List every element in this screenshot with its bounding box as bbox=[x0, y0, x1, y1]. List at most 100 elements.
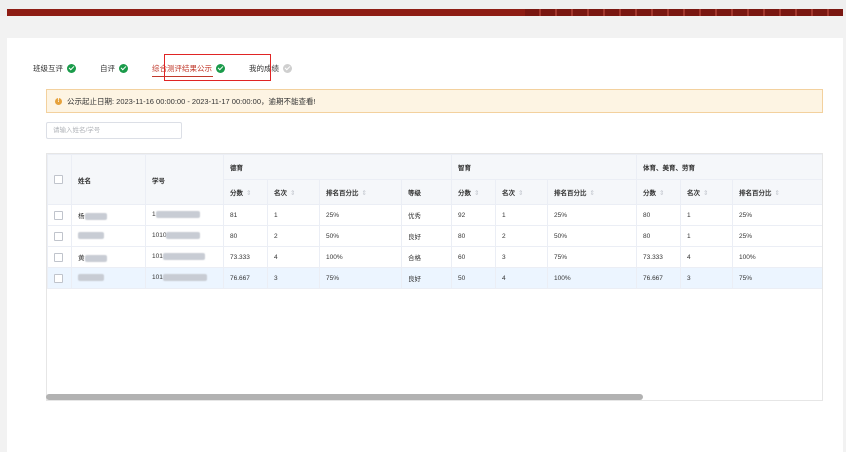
sort-icon: ⇕ bbox=[518, 190, 524, 197]
moral-rank-cell: 1 bbox=[267, 204, 320, 226]
physical-score-cell: 80 bbox=[636, 225, 682, 247]
brand-stripe bbox=[525, 9, 843, 16]
row-select-cell bbox=[47, 267, 72, 289]
column-header-student-id: 学号 bbox=[145, 154, 224, 205]
sort-icon: ⇕ bbox=[290, 190, 296, 197]
moral-score-cell: 73.333 bbox=[223, 246, 268, 268]
moral-score-cell: 81 bbox=[223, 204, 268, 226]
physical-percent-cell: 100% bbox=[732, 246, 822, 268]
student-id-cell: 1 bbox=[145, 204, 224, 226]
moral-grade-cell: 良好 bbox=[401, 225, 452, 247]
results-table: 姓名 学号 德育 智育 体育、美育、劳育 分数 ⇕ 名次 ⇕ 排名百分比 ⇕ 等级 分… bbox=[46, 153, 823, 401]
alert-text: 公示起止日期: 2023-11-16 00:00:00 - 2023-11-17… bbox=[67, 96, 316, 106]
moral-grade-cell: 优秀 bbox=[401, 204, 452, 226]
moral-percent-cell: 50% bbox=[319, 225, 402, 247]
column-header-physical-score[interactable]: 分数 ⇕ bbox=[636, 179, 682, 205]
moral-grade-cell: 良好 bbox=[401, 267, 452, 289]
column-header-intellectual-rank[interactable]: 名次 ⇕ bbox=[495, 179, 548, 205]
intellectual-score-cell: 92 bbox=[451, 204, 496, 226]
row-checkbox[interactable] bbox=[54, 252, 63, 262]
student-name-cell bbox=[71, 225, 146, 247]
search-input[interactable] bbox=[46, 122, 182, 139]
column-header-physical-rank[interactable]: 名次 ⇕ bbox=[680, 179, 734, 205]
tab-label: 班级互评 bbox=[33, 63, 63, 73]
tab-class-mutual-review[interactable]: 班级互评 bbox=[33, 60, 76, 76]
moral-percent-cell: 75% bbox=[319, 267, 402, 289]
intellectual-rank-cell: 2 bbox=[495, 225, 548, 247]
intellectual-percent-cell: 100% bbox=[546, 267, 638, 289]
physical-percent-cell: 25% bbox=[732, 225, 822, 247]
row-select-cell bbox=[47, 246, 72, 268]
row-checkbox[interactable] bbox=[54, 210, 63, 220]
row-checkbox[interactable] bbox=[54, 273, 63, 283]
physical-score-cell: 73.333 bbox=[636, 246, 682, 268]
moral-grade-cell: 合格 bbox=[401, 246, 452, 268]
intellectual-rank-cell: 1 bbox=[495, 204, 548, 226]
select-all-cell bbox=[47, 154, 72, 205]
moral-score-cell: 76.667 bbox=[223, 267, 268, 289]
column-header-moral-score[interactable]: 分数 ⇕ bbox=[223, 179, 268, 205]
student-name-cell bbox=[71, 267, 146, 289]
horizontal-scrollbar[interactable] bbox=[46, 394, 643, 400]
sort-icon: ⇕ bbox=[474, 190, 480, 197]
column-header-name: 姓名 bbox=[71, 154, 146, 205]
redacted-mask bbox=[155, 211, 200, 219]
sort-icon: ⇕ bbox=[589, 190, 595, 197]
sort-icon: ⇕ bbox=[659, 190, 665, 197]
physical-rank-cell: 1 bbox=[680, 204, 734, 226]
intellectual-rank-cell: 3 bbox=[495, 246, 548, 268]
redacted-mask bbox=[84, 254, 107, 262]
intellectual-percent-cell: 50% bbox=[546, 225, 638, 247]
redacted-mask bbox=[78, 232, 104, 240]
row-select-cell bbox=[47, 204, 72, 226]
column-header-moral-rank[interactable]: 名次 ⇕ bbox=[267, 179, 320, 205]
sort-icon: ⇕ bbox=[361, 190, 367, 197]
redacted-mask bbox=[78, 274, 104, 282]
row-checkbox[interactable] bbox=[54, 231, 63, 241]
group-header-intellectual: 智育 bbox=[450, 154, 638, 180]
column-header-moral-percent[interactable]: 排名百分比 ⇕ bbox=[319, 179, 402, 205]
student-id-cell: 1010 bbox=[145, 225, 224, 247]
table-row[interactable]: 黄 101 73.333 4 100% 合格 60 3 75% 73.333 4… bbox=[47, 246, 822, 268]
select-all-checkbox[interactable] bbox=[54, 175, 63, 184]
pending-circle-icon bbox=[283, 63, 292, 73]
redacted-mask bbox=[162, 253, 205, 261]
tab-label: 自评 bbox=[100, 63, 115, 73]
student-name-cell: 黄 bbox=[71, 246, 146, 268]
column-header-moral-grade: 等级 bbox=[401, 179, 452, 205]
sort-icon: ⇕ bbox=[774, 190, 780, 197]
group-header-moral: 德育 bbox=[223, 154, 452, 180]
intellectual-rank-cell: 4 bbox=[495, 267, 548, 289]
physical-rank-cell: 4 bbox=[680, 246, 734, 268]
redacted-mask bbox=[166, 232, 201, 240]
intellectual-score-cell: 50 bbox=[451, 267, 496, 289]
group-header-physical-arts-labor: 体育、美育、劳育 bbox=[636, 154, 822, 180]
physical-percent-cell: 25% bbox=[732, 204, 822, 226]
top-banner bbox=[0, 0, 846, 16]
table-row[interactable]: 101 76.667 3 75% 良好 50 4 100% 76.667 3 7… bbox=[47, 267, 822, 289]
column-header-physical-percent[interactable]: 排名百分比 ⇕ bbox=[732, 179, 822, 205]
moral-rank-cell: 3 bbox=[267, 267, 320, 289]
intellectual-percent-cell: 75% bbox=[546, 246, 638, 268]
check-circle-icon bbox=[67, 63, 76, 73]
row-select-cell bbox=[47, 225, 72, 247]
sort-icon: ⇕ bbox=[246, 190, 252, 197]
moral-percent-cell: 100% bbox=[319, 246, 402, 268]
column-header-intellectual-percent[interactable]: 排名百分比 ⇕ bbox=[546, 179, 638, 205]
intellectual-score-cell: 80 bbox=[451, 225, 496, 247]
check-circle-icon bbox=[119, 63, 128, 73]
physical-score-cell: 80 bbox=[636, 204, 682, 226]
physical-rank-cell: 3 bbox=[680, 267, 734, 289]
moral-percent-cell: 25% bbox=[319, 204, 402, 226]
tab-self-review[interactable]: 自评 bbox=[100, 60, 128, 76]
table-row[interactable]: 1010 80 2 50% 良好 80 2 50% 80 1 25% bbox=[47, 225, 822, 247]
intellectual-percent-cell: 25% bbox=[546, 204, 638, 226]
physical-percent-cell: 75% bbox=[732, 267, 822, 289]
student-id-cell: 101 bbox=[145, 267, 224, 289]
warning-icon: ! bbox=[55, 97, 62, 105]
redacted-mask bbox=[162, 274, 207, 282]
student-id-cell: 101 bbox=[145, 246, 224, 268]
table-row[interactable]: 杨 1 81 1 25% 优秀 92 1 25% 80 1 25% bbox=[47, 204, 822, 226]
publication-period-alert: ! 公示起止日期: 2023-11-16 00:00:00 - 2023-11-… bbox=[46, 89, 823, 113]
column-header-intellectual-score[interactable]: 分数 ⇕ bbox=[451, 179, 496, 205]
